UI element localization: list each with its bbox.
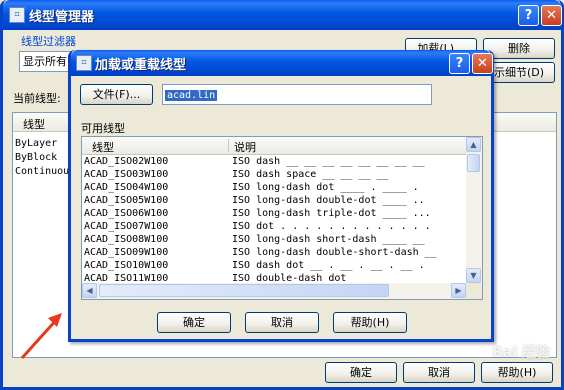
table-row[interactable]: ACAD_ISO04W100 ISO long-dash dot ____ . _… <box>82 181 466 194</box>
scroll-corner <box>466 283 482 299</box>
ok-button[interactable]: 确定 <box>325 362 397 383</box>
autocad-app-icon: ⌗ <box>9 7 25 23</box>
table-row[interactable]: ACAD_ISO08W100 ISO long-dash short-dash _… <box>82 233 466 246</box>
red-arrow-icon <box>20 313 62 360</box>
list-item[interactable]: ByBlock <box>15 151 69 165</box>
linetype-name-cell: ACAD_ISO08W100 <box>84 234 169 245</box>
column-divider[interactable] <box>228 139 229 152</box>
linetype-description-cell: ISO long-dash triple-dot ____ ... <box>232 208 431 219</box>
linetype-description-cell: ISO dash __ __ __ __ __ __ __ __ <box>232 156 425 167</box>
list-item[interactable]: ByLayer <box>15 137 69 151</box>
autocad-app-icon: ⌗ <box>76 55 92 71</box>
file-name-value: acad.lin <box>165 90 218 101</box>
linetype-description-cell: ISO dash space __ __ __ __ <box>232 169 389 180</box>
current-linetype-label: 当前线型: <box>13 92 61 105</box>
close-titlebar-button[interactable]: ✕ <box>541 5 562 26</box>
linetype-description-cell: ISO long-dash double-dot ____ .. <box>232 195 425 206</box>
available-linetypes-table[interactable]: 线型 说明 ACAD_ISO02W100 ISO dash __ __ __ __… <box>81 136 483 300</box>
list-header-linetype: 线型 <box>23 118 45 131</box>
dialog-help-button[interactable]: 帮助(H) <box>333 312 407 333</box>
watermark: Bai 经验 <box>492 345 550 361</box>
dialog-titlebar[interactable]: ⌗ 加载或重载线型 ? ✕ <box>71 50 493 76</box>
dialog-ok-button[interactable]: 确定 <box>157 312 231 333</box>
help-button[interactable]: 帮助(H) <box>481 362 553 383</box>
table-rows: ACAD_ISO02W100 ISO dash __ __ __ __ __ __… <box>82 155 466 285</box>
table-row[interactable]: ACAD_ISO02W100 ISO dash __ __ __ __ __ __… <box>82 155 466 168</box>
linetype-name-cell: ACAD_ISO03W100 <box>84 169 169 180</box>
linetype-manager-titlebar[interactable]: ⌗ 线型管理器 ? ✕ <box>3 0 562 30</box>
table-row[interactable]: ACAD_ISO07W100 ISO dot . . . . . . . . . … <box>82 220 466 233</box>
table-row[interactable]: ACAD_ISO10W100 ISO dash dot __ . __ . __ … <box>82 259 466 272</box>
table-row[interactable]: ACAD_ISO06W100 ISO long-dash triple-dot _… <box>82 207 466 220</box>
table-row[interactable]: ACAD_ISO05W100 ISO long-dash double-dot _… <box>82 194 466 207</box>
vertical-scroll-thumb[interactable] <box>467 154 480 172</box>
linetype-description-cell: ISO long-dash dot ____ . ____ . <box>232 182 419 193</box>
linetype-name-cell: ACAD_ISO02W100 <box>84 156 169 167</box>
help-titlebar-button[interactable]: ? <box>518 5 539 26</box>
scroll-up-icon[interactable]: ▲ <box>466 137 481 152</box>
scroll-left-icon[interactable]: ◀ <box>82 283 97 298</box>
linetype-description-cell: ISO long-dash double-short-dash __ <box>232 247 437 258</box>
dialog-close-titlebar-button[interactable]: ✕ <box>472 53 493 74</box>
table-row[interactable]: ACAD_ISO09W100 ISO long-dash double-short… <box>82 246 466 259</box>
table-row[interactable]: ACAD_ISO03W100 ISO dash space __ __ __ __ <box>82 168 466 181</box>
linetype-name-cell: ACAD_ISO04W100 <box>84 182 169 193</box>
dialog-cancel-button[interactable]: 取消 <box>245 312 319 333</box>
scroll-down-icon[interactable]: ▼ <box>466 268 481 283</box>
dialog-title: 加载或重载线型 <box>95 58 187 73</box>
linetype-name-cell: ACAD_ISO05W100 <box>84 195 169 206</box>
column-header-linetype[interactable]: 线型 <box>92 139 114 155</box>
list-item[interactable]: Continuou <box>15 165 69 179</box>
linetype-name-cell: ACAD_ISO07W100 <box>84 221 169 232</box>
linetype-name-cell: ACAD_ISO09W100 <box>84 247 169 258</box>
available-linetypes-label: 可用线型 <box>81 122 125 135</box>
file-name-field[interactable]: acad.lin <box>162 84 432 105</box>
scroll-right-icon[interactable]: ▶ <box>451 283 466 298</box>
linetype-name-cell: ACAD_ISO06W100 <box>84 208 169 219</box>
linetype-name-cell: ACAD_ISO10W100 <box>84 260 169 271</box>
dialog-help-titlebar-button[interactable]: ? <box>449 53 470 74</box>
load-linetype-dialog: ⌗ 加载或重载线型 ? ✕ 文件(F)... acad.lin 可用线型 线型 … <box>68 50 494 342</box>
horizontal-scroll-thumb[interactable] <box>99 284 389 297</box>
linetype-description-cell: ISO long-dash short-dash ____ __ <box>232 234 425 245</box>
vertical-scrollbar[interactable]: ▲ ▼ <box>466 137 482 283</box>
file-button[interactable]: 文件(F)... <box>80 84 153 105</box>
table-header: 线型 说明 <box>82 137 466 155</box>
column-header-description[interactable]: 说明 <box>234 139 256 155</box>
cancel-button[interactable]: 取消 <box>403 362 475 383</box>
linetype-description-cell: ISO dot . . . . . . . . . . . . . <box>232 221 431 232</box>
linetype-description-cell: ISO dash dot __ . __ . __ . __ . <box>232 260 425 271</box>
window-title: 线型管理器 <box>29 10 95 25</box>
filter-group-label: 线型过滤器 <box>21 35 76 48</box>
horizontal-scrollbar[interactable]: ◀ ▶ <box>82 283 466 299</box>
